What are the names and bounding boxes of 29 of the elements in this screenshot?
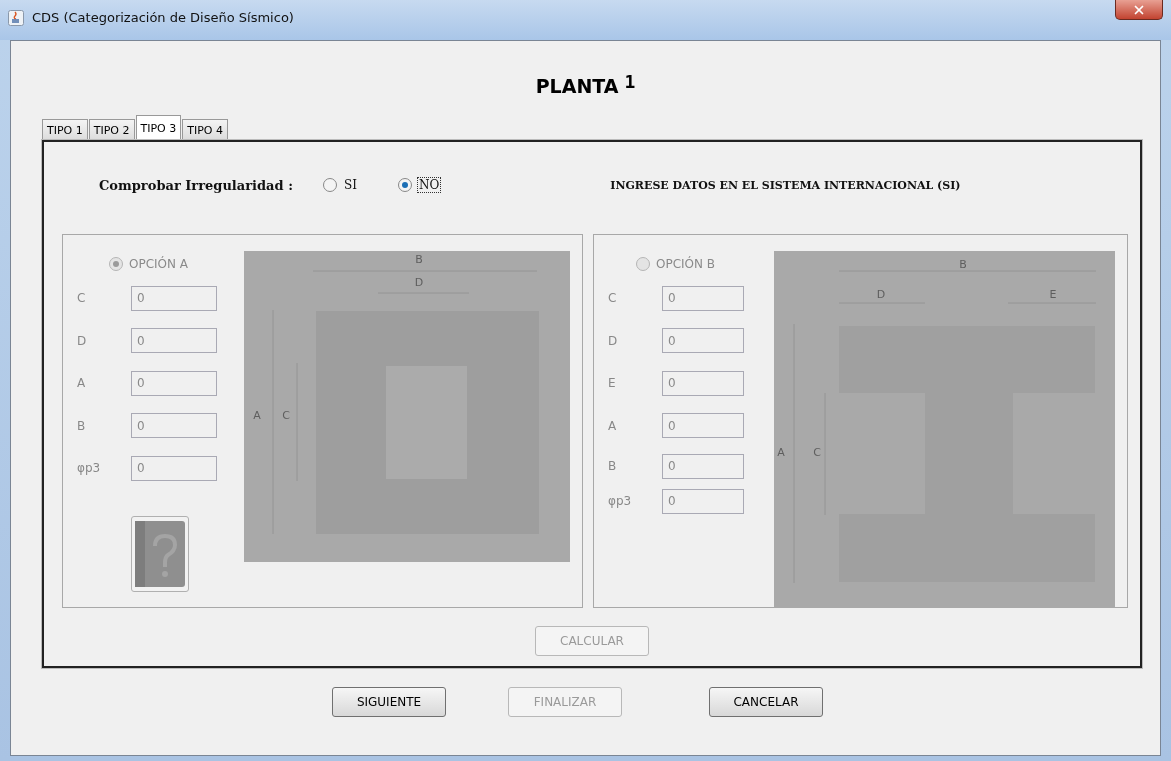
tab[interactable]: TIPO 2 (88, 119, 135, 140)
dialog-button[interactable]: SIGUIENTE (332, 687, 446, 717)
field-label: A (77, 376, 87, 391)
tab[interactable]: TIPO 1 (42, 119, 88, 140)
floor-plan-drawing: B D E A C (774, 251, 1115, 608)
field-label: D (608, 333, 619, 348)
window-title: CDS (Categorización de Diseño Sísmico) (32, 10, 294, 25)
tab[interactable]: TIPO 3 (135, 115, 182, 140)
field-label: E (608, 376, 617, 391)
irregularity-radio[interactable]: SI (322, 178, 358, 192)
field-label: D (77, 333, 88, 348)
dialog-button[interactable]: CANCELAR (709, 687, 823, 717)
field-label: B (608, 459, 618, 473)
help-book-icon (135, 519, 185, 588)
field-label: A (608, 418, 618, 433)
irregularity-label: Comprobar Irregularidad : (99, 177, 293, 193)
field-label: B (77, 418, 87, 433)
close-button[interactable] (1115, 0, 1163, 20)
field-label: C (77, 291, 87, 306)
tab[interactable]: TIPO 4 (182, 119, 228, 140)
floor-plan-drawing: B D A C (244, 251, 570, 562)
irregularity-radio[interactable]: NO (397, 178, 441, 192)
field-label: C (608, 291, 618, 306)
units-notice: INGRESE DATOS EN EL SISTEMA INTERNACIONAL (SI) (610, 178, 961, 192)
java-cup-icon (8, 10, 24, 26)
floor-number: 1 (624, 71, 636, 92)
field-label: φp3 (77, 461, 102, 476)
floor-heading: PLANTA (535, 75, 619, 97)
field-label: φp3 (608, 494, 633, 508)
